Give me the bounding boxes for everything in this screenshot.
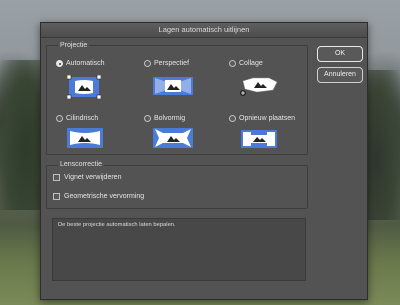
vignette-label: Vignet verwijderen [64,174,122,181]
option-label: Perspectief [154,60,190,67]
lens-correction-label: Lenscorrectie [58,161,105,168]
radio-button[interactable] [144,115,151,122]
cylindrical-projection-icon[interactable] [67,127,103,149]
radio-perspectief[interactable]: Perspectief [144,60,189,67]
spherical-projection-icon[interactable] [153,127,193,149]
radio-collage[interactable]: Collage [229,60,263,67]
description-box: De beste projectie automatisch laten bep… [52,218,306,281]
radio-automatisch[interactable]: Automatisch [56,60,105,67]
option-label: Bolvormig [154,115,186,122]
vignette-checkbox[interactable] [53,174,60,181]
radio-button[interactable] [229,115,236,122]
auto-align-layers-dialog: Lagen automatisch uitlijnen Projectie Au… [40,22,368,300]
radio-button[interactable] [144,60,151,67]
reposition-projection-icon[interactable] [239,127,279,151]
cancel-button[interactable]: Annuleren [317,67,363,83]
ok-button[interactable]: OK [317,46,363,62]
radio-button[interactable] [56,60,63,67]
vignette-removal-option[interactable]: Vignet verwijderen [53,174,121,181]
geometric-distortion-option[interactable]: Geometrische vervorming [53,193,144,200]
option-label: Automatisch [66,60,105,67]
perspective-projection-icon[interactable] [153,75,193,97]
collage-projection-icon[interactable] [239,73,279,99]
distortion-checkbox[interactable] [53,193,60,200]
lens-correction-group [46,165,308,209]
distortion-label: Geometrische vervorming [64,193,145,200]
dialog-title: Lagen automatisch uitlijnen [41,23,367,38]
option-label: Collage [239,60,263,67]
radio-opnieuw-plaatsen[interactable]: Opnieuw plaatsen [229,115,295,122]
radio-bolvormig[interactable]: Bolvormig [144,115,185,122]
radio-cilindrisch[interactable]: Cilindrisch [56,115,98,122]
description-text: De beste projectie automatisch laten bep… [58,222,176,228]
option-label: Cilindrisch [66,115,99,122]
auto-projection-icon[interactable] [67,75,101,99]
option-label: Opnieuw plaatsen [239,115,296,122]
radio-button[interactable] [56,115,63,122]
projection-label: Projectie [58,42,90,49]
radio-button[interactable] [229,60,236,67]
